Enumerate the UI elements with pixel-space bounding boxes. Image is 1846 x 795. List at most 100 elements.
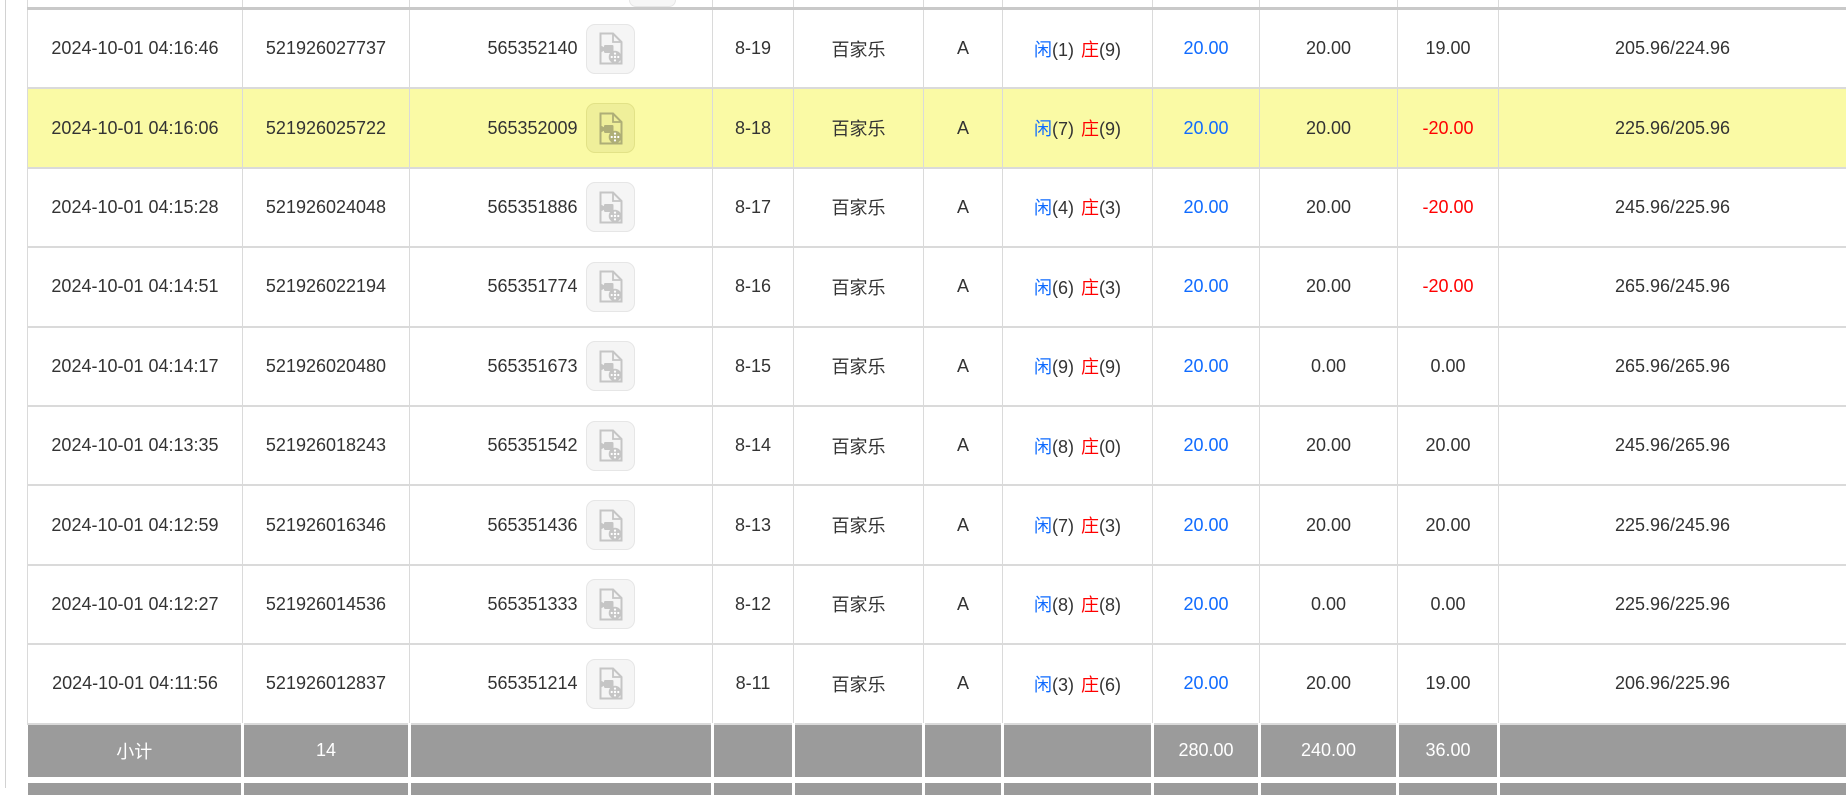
winloss-cell: -20.00 [1398,88,1499,167]
bet-amount-link[interactable]: 20.00 [1153,88,1260,167]
banker-score: (8) [1099,595,1121,615]
balance-cell: 245.96/225.96 [1499,168,1846,247]
time-cell: 2024-10-01 04:16:46 [28,9,243,89]
banker-score: (6) [1099,675,1121,695]
valid-amount-cell: 20.00 [1260,247,1398,326]
table-cell: A [924,88,1003,167]
valid-amount-cell: 0.00 [1260,565,1398,644]
banker-label: 庄 [1081,675,1099,695]
player-label: 闲 [1034,278,1052,298]
winloss-cell: 20.00 [1398,485,1499,564]
time-cell: 2024-10-01 04:16:06 [28,88,243,167]
game-type-cell: 百家乐 [794,327,924,406]
player-label: 闲 [1034,595,1052,615]
video-replay-button[interactable] [586,341,635,391]
player-label: 闲 [1034,198,1052,218]
table-row[interactable]: 2024-10-01 04:12:59 521926016346 5653514… [28,485,1846,564]
video-replay-button[interactable] [586,103,635,153]
table-row[interactable]: 2024-10-01 04:14:51 521926022194 5653517… [28,247,1846,326]
video-replay-button[interactable] [586,182,635,232]
bet-amount-link[interactable]: 20.00 [1153,247,1260,326]
player-score: (9) [1052,357,1074,377]
round-cell: 8-15 [713,327,794,406]
left-gutter-line [5,0,6,788]
bet-amount-link[interactable]: 20.00 [1153,485,1260,564]
valid-amount-cell: 20.00 [1260,88,1398,167]
banker-label: 庄 [1081,119,1099,139]
round-cell: 8-17 [713,168,794,247]
table-cell: A [924,168,1003,247]
table-cell: A [924,644,1003,723]
subtotal-count: 14 [243,724,410,780]
game-no: 565352009 [487,118,577,139]
table-row[interactable]: 2024-10-01 04:16:46 521926027737 5653521… [28,9,1846,89]
player-score: (4) [1052,198,1074,218]
winloss-cell: 0.00 [1398,565,1499,644]
game-no: 565351436 [487,515,577,536]
winloss-cell: 19.00 [1398,9,1499,89]
table-row[interactable]: 2024-10-01 04:13:35 521926018243 5653515… [28,406,1846,485]
valid-amount-cell: 20.00 [1260,485,1398,564]
game-no: 565351333 [487,594,577,615]
table-cell: A [924,9,1003,89]
result-cell: 闲(1)庄(9) [1003,9,1153,89]
table-row[interactable]: 2024-10-01 04:16:06 521926025722 5653520… [28,88,1846,167]
subtotal-empty [1499,724,1846,780]
valid-amount-cell: 0.00 [1260,327,1398,406]
time-cell [28,0,243,9]
table-row[interactable]: 2024-10-01 04:12:27 521926014536 5653513… [28,565,1846,644]
banker-label: 庄 [1081,278,1099,298]
result-cell: 闲(9)庄(9) [1003,327,1153,406]
subtotal-winloss: 36.00 [1398,724,1499,780]
banker-score: (9) [1099,40,1121,60]
video-file-icon [596,350,625,383]
game-type-cell [794,0,924,9]
bet-amount-link[interactable]: 20.00 [1153,9,1260,89]
bet-amount-cell [1153,0,1260,9]
video-replay-button[interactable] [586,579,635,629]
bet-amount-link[interactable]: 20.00 [1153,406,1260,485]
game-type-cell: 百家乐 [794,406,924,485]
video-replay-button[interactable] [629,0,676,7]
bet-amount-link[interactable]: 20.00 [1153,644,1260,723]
bet-amount-link[interactable]: 20.00 [1153,327,1260,406]
game-no: 565352140 [487,38,577,59]
game-no-cell: 565352009 [410,88,713,167]
table-cell: A [924,327,1003,406]
table-cell: A [924,247,1003,326]
video-replay-button[interactable] [586,24,635,74]
balance-cell: 205.96/224.96 [1499,9,1846,89]
video-replay-button[interactable] [586,421,635,471]
table-cell [924,0,1003,9]
subtotal-empty [1003,724,1153,780]
video-file-icon [596,588,625,621]
round-cell: 8-11 [713,644,794,723]
video-replay-button[interactable] [586,262,635,312]
game-no-cell [410,0,713,9]
game-no: 565351673 [487,356,577,377]
video-replay-button[interactable] [586,500,635,550]
valid-amount-cell: 20.00 [1260,9,1398,89]
balance-cell: 265.96/265.96 [1499,327,1846,406]
banker-score: (9) [1099,119,1121,139]
player-score: (1) [1052,40,1074,60]
banker-label: 庄 [1081,198,1099,218]
bet-amount-link[interactable]: 20.00 [1153,565,1260,644]
bet-amount-link[interactable]: 20.00 [1153,168,1260,247]
valid-amount-cell: 20.00 [1260,406,1398,485]
video-replay-button[interactable] [586,659,635,709]
result-cell: 闲(3)庄(6) [1003,644,1153,723]
banker-label: 庄 [1081,357,1099,377]
video-file-icon [596,667,625,700]
table-row[interactable]: 2024-10-01 04:14:17 521926020480 5653516… [28,327,1846,406]
player-score: (6) [1052,278,1074,298]
subtotal-row: 小计 14 280.00 240.00 36.00 [28,724,1846,780]
game-no-cell: 565351542 [410,406,713,485]
table-row[interactable]: 2024-10-01 04:15:28 521926024048 5653518… [28,168,1846,247]
table-cell: A [924,565,1003,644]
player-label: 闲 [1034,40,1052,60]
game-type-cell: 百家乐 [794,644,924,723]
round-cell: 8-19 [713,9,794,89]
player-label: 闲 [1034,675,1052,695]
table-row[interactable]: 2024-10-01 04:11:56 521926012837 5653512… [28,644,1846,723]
